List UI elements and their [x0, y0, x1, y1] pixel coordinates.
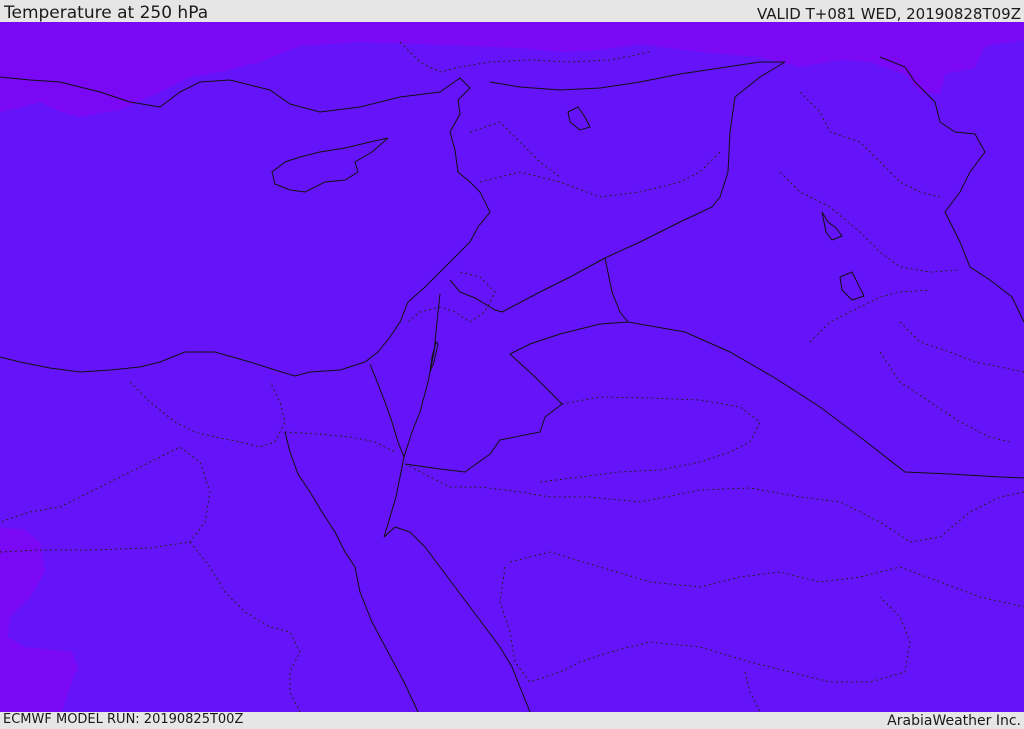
header-bar: Temperature at 250 hPa VALID T+081 WED, … — [0, 0, 1024, 23]
map-page: Temperature at 250 hPa VALID T+081 WED, … — [0, 0, 1024, 729]
footer-bar: ECMWF MODEL RUN: 20190825T00Z ArabiaWeat… — [0, 712, 1024, 729]
model-run-label: ECMWF MODEL RUN: 20190825T00Z — [3, 712, 244, 727]
temperature-field — [0, 22, 1024, 712]
map-title: Temperature at 250 hPa — [4, 3, 209, 23]
valid-time-label: VALID T+081 WED, 20190828T09Z — [756, 5, 1021, 23]
temperature-map[interactable] — [0, 22, 1024, 712]
credit-label: ArabiaWeather Inc. — [887, 713, 1021, 729]
